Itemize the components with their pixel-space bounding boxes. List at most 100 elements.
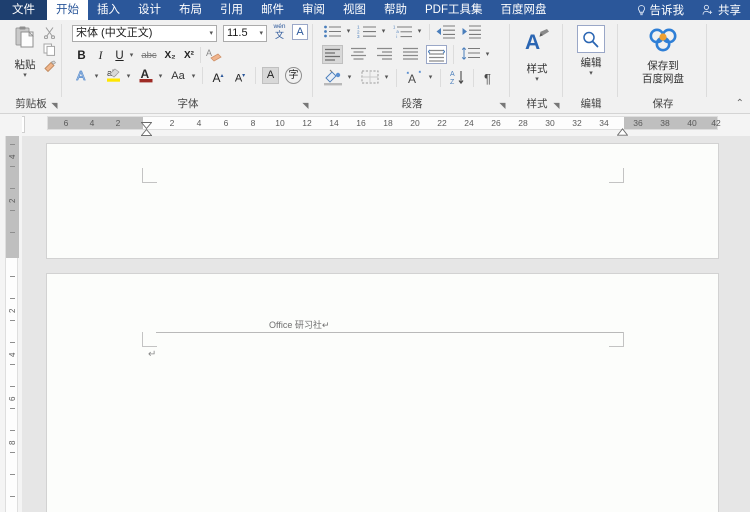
- enclose-character-button[interactable]: 字: [285, 67, 302, 84]
- vertical-ruler-band[interactable]: 4 2 2 4 6 8: [5, 136, 19, 512]
- ruler-num: 2: [169, 118, 175, 128]
- text-highlight-button[interactable]: ab: [105, 66, 123, 85]
- align-center-button[interactable]: [348, 45, 369, 64]
- styles-dialog-launcher-icon[interactable]: ◥: [552, 101, 561, 110]
- tab-baidu-netdisk[interactable]: 百度网盘: [492, 0, 556, 20]
- align-right-button[interactable]: [374, 45, 395, 64]
- font-color-caret-icon[interactable]: ▾: [156, 68, 165, 85]
- collapse-ribbon-button[interactable]: ⌃: [736, 98, 744, 109]
- multilevel-list-button[interactable]: 1ai: [393, 24, 414, 40]
- search-icon: [577, 25, 605, 53]
- tab-references-label: 引用: [220, 4, 243, 16]
- change-case-button[interactable]: Aa: [168, 68, 188, 85]
- margin-corner-bottom-left: [142, 332, 157, 347]
- align-left-button[interactable]: [322, 45, 343, 64]
- tab-file-label: 文件: [12, 4, 35, 16]
- tab-pdf-tools[interactable]: PDF工具集: [416, 0, 492, 20]
- tab-home[interactable]: 开始: [47, 0, 88, 20]
- ruler-num: 30: [545, 118, 555, 128]
- text-effect-caret-icon[interactable]: ▾: [426, 69, 435, 87]
- tab-mailings[interactable]: 邮件: [252, 0, 293, 20]
- underline-caret-icon[interactable]: ▾: [127, 48, 136, 64]
- sort-button[interactable]: AZ: [447, 69, 469, 87]
- word-window: 文件 开始 插入 设计 布局 引用 邮件 审阅 视图 帮助 PDF工具集 百度网…: [0, 0, 750, 512]
- tab-design[interactable]: 设计: [129, 0, 170, 20]
- font-dialog-launcher-icon[interactable]: ◥: [301, 101, 310, 110]
- text-effects-button[interactable]: A: [74, 68, 91, 85]
- styles-button[interactable]: A 样式 ▾: [517, 28, 557, 83]
- line-spacing-button[interactable]: [460, 45, 482, 64]
- underline-button[interactable]: U: [112, 48, 127, 64]
- grow-font-button[interactable]: A▴: [209, 68, 227, 85]
- first-line-indent-marker[interactable]: [140, 116, 153, 130]
- header-separator-line: [156, 332, 623, 333]
- shrink-font-button[interactable]: A▾: [231, 68, 249, 85]
- body-paragraph-mark: ↵: [148, 349, 157, 360]
- vertical-ruler[interactable]: 4 2 2 4 6 8: [0, 136, 22, 512]
- paste-button[interactable]: 粘贴 ▾: [8, 25, 42, 79]
- paragraph-dialog-launcher-icon[interactable]: ◥: [498, 101, 507, 110]
- header-text[interactable]: Office 研习社↵: [269, 318, 329, 331]
- tab-file[interactable]: 文件: [0, 0, 47, 20]
- clear-formatting-button[interactable]: A: [205, 47, 223, 64]
- strikethrough-button[interactable]: abc: [139, 48, 159, 64]
- share-button[interactable]: 共享: [693, 0, 750, 20]
- tab-insert[interactable]: 插入: [88, 0, 129, 20]
- change-case-caret-icon[interactable]: ▾: [189, 68, 198, 85]
- font-size-combo[interactable]: 11.5 ▾: [223, 25, 267, 42]
- character-border-button[interactable]: A: [292, 24, 308, 40]
- increase-indent-button[interactable]: [461, 24, 482, 40]
- character-shading-button[interactable]: A: [262, 67, 279, 84]
- subscript-button[interactable]: X₂: [162, 48, 178, 64]
- italic-button[interactable]: I: [93, 48, 108, 64]
- numbering-caret-icon[interactable]: ▾: [379, 24, 388, 40]
- right-indent-marker[interactable]: [616, 123, 629, 136]
- tab-review[interactable]: 审阅: [293, 0, 334, 20]
- font-color-button[interactable]: A: [137, 66, 155, 85]
- superscript-button[interactable]: X²: [181, 48, 197, 64]
- font-size-caret-icon[interactable]: ▾: [259, 26, 263, 41]
- editing-caret-icon[interactable]: ▾: [570, 70, 612, 77]
- borders-button[interactable]: [359, 69, 381, 87]
- font-name-caret-icon[interactable]: ▾: [209, 26, 213, 41]
- cut-button[interactable]: [43, 26, 56, 42]
- phonetic-guide-button[interactable]: wén 文: [271, 23, 288, 40]
- paste-caret-icon[interactable]: ▾: [8, 72, 42, 79]
- text-effects-caret-icon[interactable]: ▾: [92, 68, 101, 85]
- numbering-button[interactable]: 123: [357, 24, 378, 40]
- tab-view[interactable]: 视图: [334, 0, 375, 20]
- svg-text:Z: Z: [450, 79, 455, 86]
- horizontal-ruler[interactable]: L 6 4 2 2 4 6 8 10 12 14 16 18 20 22 24 …: [0, 114, 750, 142]
- left-indent-marker[interactable]: [141, 129, 152, 142]
- vruler-num: 4: [8, 352, 17, 358]
- tell-me-button[interactable]: 告诉我: [628, 0, 694, 20]
- clipboard-dialog-launcher-icon[interactable]: ◥: [50, 101, 59, 110]
- ruler-num: 40: [687, 118, 697, 128]
- font-name-combo[interactable]: 宋体 (中文正文) ▾: [72, 25, 217, 42]
- borders-caret-icon[interactable]: ▾: [382, 69, 391, 87]
- document-canvas[interactable]: Office 研习社↵ ↵: [22, 136, 750, 512]
- shading-caret-icon[interactable]: ▾: [345, 69, 354, 87]
- bullets-button[interactable]: [323, 24, 343, 40]
- justify-button[interactable]: [400, 45, 421, 64]
- show-formatting-marks-button[interactable]: ¶: [478, 69, 498, 87]
- bold-button[interactable]: B: [74, 48, 89, 64]
- bullets-caret-icon[interactable]: ▾: [344, 24, 353, 40]
- multilevel-caret-icon[interactable]: ▾: [415, 24, 424, 40]
- copy-button[interactable]: [43, 43, 56, 59]
- page-1[interactable]: [47, 144, 718, 258]
- format-painter-button[interactable]: [43, 60, 57, 76]
- page-2[interactable]: Office 研习社↵ ↵: [47, 274, 718, 512]
- line-spacing-caret-icon[interactable]: ▾: [483, 45, 492, 64]
- shading-button[interactable]: [322, 69, 344, 87]
- text-effect-paragraph-button[interactable]: A: [403, 69, 425, 87]
- distribute-button[interactable]: [426, 45, 447, 64]
- styles-caret-icon[interactable]: ▾: [517, 76, 557, 83]
- tab-help[interactable]: 帮助: [375, 0, 416, 20]
- save-to-baidu-netdisk-button[interactable]: 保存到 百度网盘: [629, 26, 697, 86]
- decrease-indent-button[interactable]: [435, 24, 456, 40]
- highlight-caret-icon[interactable]: ▾: [124, 68, 133, 85]
- tab-layout[interactable]: 布局: [170, 0, 211, 20]
- editing-button[interactable]: 编辑 ▾: [570, 25, 612, 77]
- tab-references[interactable]: 引用: [211, 0, 252, 20]
